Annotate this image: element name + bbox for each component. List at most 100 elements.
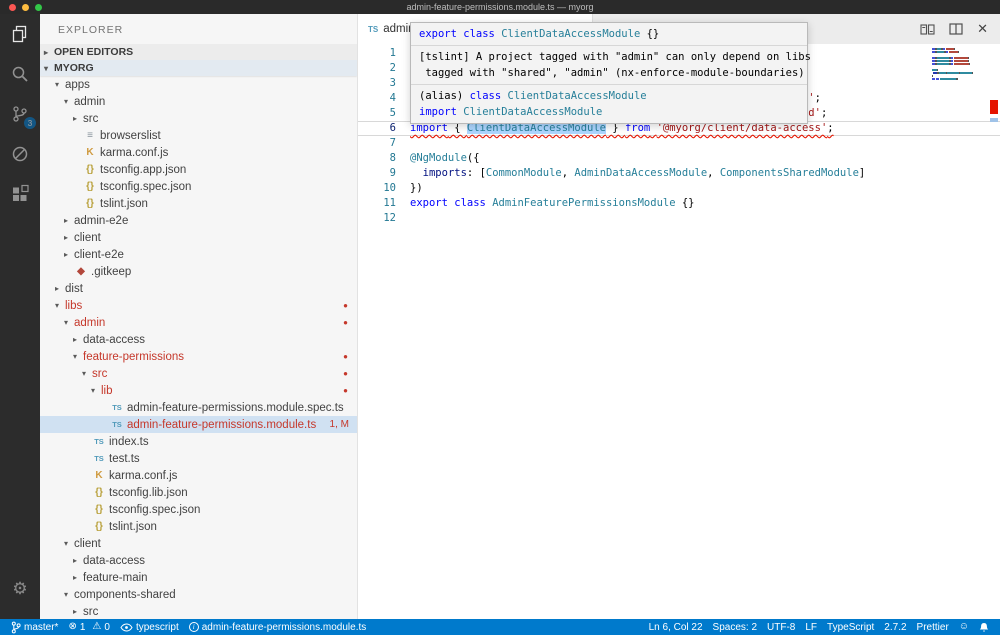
- settings-gear-button[interactable]: ⚙: [0, 569, 40, 609]
- tree-item-client-e2e[interactable]: ▸client-e2e: [40, 246, 357, 263]
- tree-item-label: libs: [65, 300, 82, 312]
- chevron-down-icon[interactable]: ▾: [82, 369, 92, 378]
- tree-item-browserslist[interactable]: ≡browserslist: [40, 127, 357, 144]
- chevron-down-icon[interactable]: ▾: [73, 352, 83, 361]
- overview-ruler[interactable]: [988, 44, 1000, 619]
- tree-item-dist[interactable]: ▸dist: [40, 280, 357, 297]
- indentation-item[interactable]: Spaces: 2: [708, 619, 762, 635]
- ts-version-item[interactable]: 2.7.2: [879, 619, 911, 635]
- workspace-root-header[interactable]: ▾ MYORG: [40, 60, 357, 76]
- chevron-down-icon[interactable]: ▾: [55, 301, 65, 310]
- code-line-8[interactable]: 8@NgModule({: [358, 151, 1000, 166]
- chevron-right-icon[interactable]: ▸: [64, 250, 74, 259]
- tree-item-src[interactable]: ▾src●: [40, 365, 357, 382]
- tree-item-tslint-json[interactable]: {}tslint.json: [40, 518, 357, 535]
- line-content: export class AdminFeaturePermissionsModu…: [396, 196, 695, 211]
- tree-item-admin[interactable]: ▾admin: [40, 93, 357, 110]
- language-mode-item[interactable]: TypeScript: [822, 619, 879, 635]
- tree-item-test-ts[interactable]: TStest.ts: [40, 450, 357, 467]
- notifications-item[interactable]: [974, 619, 994, 635]
- tree-item-karma-conf-js[interactable]: Kkarma.conf.js: [40, 467, 357, 484]
- chevron-right-icon[interactable]: ▸: [73, 335, 83, 344]
- chevron-right-icon[interactable]: ▸: [73, 573, 83, 582]
- tree-item-feature-permissions[interactable]: ▾feature-permissions●: [40, 348, 357, 365]
- tree-item-admin-feature-permissions-module-ts[interactable]: TSadmin-feature-permissions.module.ts1, …: [40, 416, 357, 433]
- tree-item-tsconfig-spec-json[interactable]: {}tsconfig.spec.json: [40, 501, 357, 518]
- chevron-right-icon[interactable]: ▸: [73, 114, 83, 123]
- tree-item-libs[interactable]: ▾libs●: [40, 297, 357, 314]
- split-editor-icon[interactable]: [949, 23, 963, 35]
- tree-item-label: tsconfig.lib.json: [109, 487, 188, 499]
- chevron-right-icon[interactable]: ▸: [64, 216, 74, 225]
- tree-item-label: apps: [65, 79, 90, 91]
- chevron-down-icon[interactable]: ▾: [64, 97, 74, 106]
- code-line-7[interactable]: 7: [358, 136, 1000, 151]
- linter-status-item[interactable]: typescript: [115, 619, 184, 635]
- formatter-item[interactable]: Prettier: [912, 619, 954, 635]
- chevron-down-icon: ▾: [44, 64, 54, 73]
- line-number: 11: [358, 196, 396, 211]
- git-branch-item[interactable]: master*: [6, 619, 63, 635]
- open-editors-header[interactable]: ▸ OPEN EDITORS: [40, 44, 357, 60]
- code-line-9[interactable]: 9 imports: [CommonModule, AdminDataAcces…: [358, 166, 1000, 181]
- chevron-right-icon[interactable]: ▸: [73, 556, 83, 565]
- tree-item-components-shared[interactable]: ▾components-shared: [40, 586, 357, 603]
- tree-item--gitkeep[interactable]: ◆.gitkeep: [40, 263, 357, 280]
- tree-item-tsconfig-lib-json[interactable]: {}tsconfig.lib.json: [40, 484, 357, 501]
- code-area[interactable]: 1import { NgModule } from '@angular/core…: [358, 44, 1000, 619]
- chevron-down-icon[interactable]: ▾: [64, 318, 74, 327]
- activity-explorer-button[interactable]: [0, 14, 40, 54]
- tree-item-client[interactable]: ▾client: [40, 535, 357, 552]
- selection-mark: [990, 118, 998, 122]
- activity-extensions-button[interactable]: [0, 174, 40, 214]
- cursor-position-item[interactable]: Ln 6, Col 22: [644, 619, 708, 635]
- open-changes-icon[interactable]: [920, 23, 935, 36]
- problems-item[interactable]: ⊗ 1 ⚠ 0: [63, 619, 114, 635]
- tree-item-src[interactable]: ▸src: [40, 603, 357, 619]
- tree-item-admin-e2e[interactable]: ▸admin-e2e: [40, 212, 357, 229]
- tree-item-tslint-json[interactable]: {}tslint.json: [40, 195, 357, 212]
- ts-file-icon: TS: [110, 403, 124, 412]
- tree-item-tsconfig-app-json[interactable]: {}tsconfig.app.json: [40, 161, 357, 178]
- branch-name: master*: [24, 622, 58, 633]
- tree-item-apps[interactable]: ▾apps: [40, 76, 357, 93]
- activity-search-button[interactable]: [0, 54, 40, 94]
- code-line-10[interactable]: 10}): [358, 181, 1000, 196]
- tree-item-tsconfig-spec-json[interactable]: {}tsconfig.spec.json: [40, 178, 357, 195]
- chevron-right-icon[interactable]: ▸: [64, 233, 74, 242]
- error-count: 1: [80, 622, 86, 633]
- tree-item-data-access[interactable]: ▸data-access: [40, 331, 357, 348]
- close-editor-icon[interactable]: ✕: [977, 21, 988, 37]
- minimap[interactable]: [932, 46, 978, 84]
- close-window-button[interactable]: [9, 4, 16, 11]
- tree-item-admin[interactable]: ▾admin●: [40, 314, 357, 331]
- tree-item-feature-main[interactable]: ▸feature-main: [40, 569, 357, 586]
- code-line-12[interactable]: 12: [358, 211, 1000, 226]
- minimize-window-button[interactable]: [22, 4, 29, 11]
- chevron-right-icon[interactable]: ▸: [73, 607, 83, 616]
- tree-item-data-access[interactable]: ▸data-access: [40, 552, 357, 569]
- tree-item-label: src: [83, 606, 98, 618]
- tree-item-src[interactable]: ▸src: [40, 110, 357, 127]
- warning-count: 0: [104, 622, 110, 633]
- tree-item-lib[interactable]: ▾lib●: [40, 382, 357, 399]
- encoding-item[interactable]: UTF-8: [762, 619, 800, 635]
- tree-item-karma-conf-js[interactable]: Kkarma.conf.js: [40, 144, 357, 161]
- tree-item-label: tslint.json: [109, 521, 157, 533]
- chevron-down-icon[interactable]: ▾: [55, 80, 65, 89]
- feedback-item[interactable]: ☺: [954, 619, 974, 635]
- tree-item-admin-feature-permissions-module-spec-ts[interactable]: TSadmin-feature-permissions.module.spec.…: [40, 399, 357, 416]
- code-line-11[interactable]: 11export class AdminFeaturePermissionsMo…: [358, 196, 1000, 211]
- zoom-window-button[interactable]: [35, 4, 42, 11]
- eol-item[interactable]: LF: [800, 619, 822, 635]
- json-file-icon: {}: [92, 487, 106, 498]
- tree-item-client[interactable]: ▸client: [40, 229, 357, 246]
- chevron-right-icon[interactable]: ▸: [55, 284, 65, 293]
- file-info-item[interactable]: i admin-feature-permissions.module.ts: [184, 619, 372, 635]
- tree-item-index-ts[interactable]: TSindex.ts: [40, 433, 357, 450]
- chevron-down-icon[interactable]: ▾: [91, 386, 101, 395]
- activity-source-control-button[interactable]: 3: [0, 94, 40, 134]
- chevron-down-icon[interactable]: ▾: [64, 590, 74, 599]
- activity-debug-button[interactable]: [0, 134, 40, 174]
- chevron-down-icon[interactable]: ▾: [64, 539, 74, 548]
